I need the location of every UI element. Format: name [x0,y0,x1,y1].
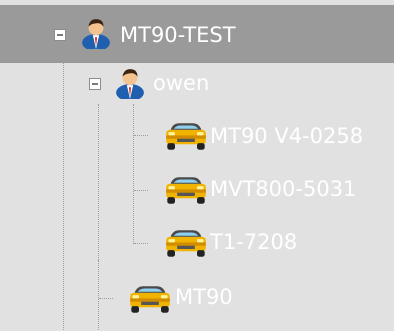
user-icon [80,17,112,49]
tree-node-label: MT90 V4-0258 [210,124,364,148]
tree-node-label: MVT800-5031 [210,177,357,201]
tree-node-label: T1-7208 [210,230,298,254]
device-tree: MT90-TEST owen MT90 V4-0258 MVT800-5031 … [0,0,394,331]
car-icon [164,175,208,206]
tree-node-label: owen [153,71,210,95]
car-icon [128,284,172,315]
tree-node-root[interactable]: MT90-TEST [0,5,394,63]
tree-node-vehicle[interactable]: MT90 V4-0258 [0,110,394,162]
tree-node-vehicle[interactable]: MT90 [0,270,394,322]
tree-node-vehicle[interactable]: T1-7208 [0,216,394,268]
collapse-toggle[interactable] [89,78,101,90]
car-icon [164,121,208,152]
tree-node-label: MT90-TEST [120,23,236,47]
user-icon [114,67,146,99]
collapse-toggle[interactable] [54,29,66,41]
tree-node-vehicle[interactable]: MVT800-5031 [0,163,394,215]
car-icon [164,228,208,259]
tree-node-label: MT90 [175,285,233,309]
tree-node-user[interactable]: owen [0,62,394,114]
